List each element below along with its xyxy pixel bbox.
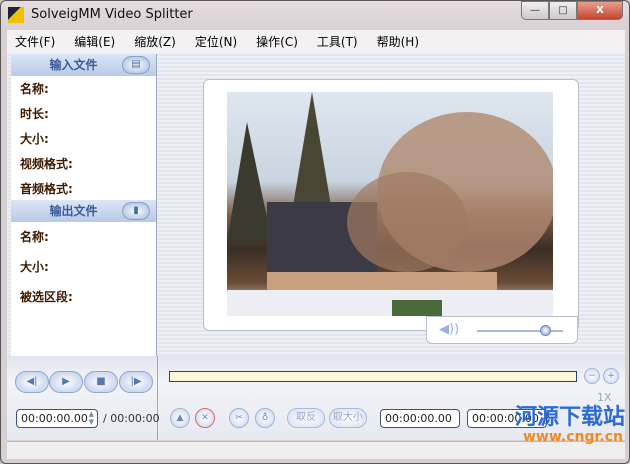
input-video-format-label: 视频格式: — [20, 157, 73, 171]
position-value: 00:00:00.00 — [21, 412, 88, 425]
cut-icon[interactable]: ✂ — [229, 408, 249, 428]
volume-knob[interactable] — [539, 325, 551, 336]
menu-file[interactable]: 文件(F) — [15, 33, 55, 50]
selected-segments-label: 被选区段: — [20, 290, 73, 304]
client-area: 输入文件 ▤ 名称: 时长: 大小: 视频格式: 音频格式: 输出文件 ▮ 名称: … — [7, 52, 625, 440]
save-file-icon[interactable]: ▮ — [122, 202, 150, 220]
play-button[interactable]: ▶ — [49, 371, 83, 393]
spin-icon[interactable]: ▲ ▼ — [89, 410, 94, 426]
input-duration-label: 时长: — [20, 107, 49, 121]
output-size-label: 大小: — [20, 260, 49, 274]
video-preview — [203, 79, 579, 331]
duration-label: / 00:00:00 — [103, 412, 160, 425]
open-folder-icon[interactable]: ▤ — [122, 56, 150, 74]
menu-help[interactable]: 帮助(H) — [377, 33, 419, 50]
next-frame-button[interactable]: |▶ — [119, 371, 153, 393]
output-name-label: 名称: — [20, 230, 49, 244]
watermark-url: www.cngr.cn — [522, 429, 623, 445]
menu-tools[interactable]: 工具(T) — [317, 33, 358, 50]
marker-icon[interactable]: ♁ — [255, 408, 275, 428]
zoom-in-button[interactable]: + — [603, 368, 619, 384]
output-file-header: 输出文件 ▮ — [11, 200, 156, 222]
menu-navigate[interactable]: 定位(N) — [195, 33, 237, 50]
watermark-logo: 河源下载站 — [514, 405, 625, 430]
zoom-out-button[interactable]: − — [584, 368, 600, 384]
menu-edit[interactable]: 编辑(E) — [74, 33, 115, 50]
maximize-button[interactable]: □ — [549, 1, 577, 20]
menu-action[interactable]: 操作(C) — [256, 33, 298, 50]
input-size-label: 大小: — [20, 132, 49, 146]
window-title: SolveigMM Video Splitter — [31, 7, 193, 22]
input-name-label: 名称: — [20, 82, 49, 96]
input-file-header: 输入文件 ▤ — [11, 54, 156, 76]
app-window: SolveigMM Video Splitter — □ X 文件(F) 编辑(… — [0, 0, 630, 464]
menu-zoom[interactable]: 缩放(Z) — [134, 33, 176, 50]
prev-frame-button[interactable]: ◀| — [15, 371, 49, 393]
set-start-marker-button[interactable]: ▲ — [170, 408, 190, 428]
invert-button[interactable]: 取反 — [287, 408, 325, 428]
input-file-title: 输入文件 — [49, 58, 98, 72]
speaker-icon[interactable]: ◀)) — [439, 322, 459, 337]
menu-bar: 文件(F) 编辑(E) 缩放(Z) 定位(N) 操作(C) 工具(T) 帮助(H… — [7, 30, 625, 52]
minimize-button[interactable]: — — [521, 1, 549, 20]
app-icon — [8, 7, 24, 23]
output-file-title: 输出文件 — [49, 204, 98, 218]
size-button[interactable]: 取大小 — [329, 408, 367, 428]
video-frame — [227, 92, 553, 316]
file-info-panel: 输入文件 ▤ 名称: 时长: 大小: 视频格式: 音频格式: 输出文件 ▮ 名称: … — [11, 54, 157, 356]
close-button[interactable]: X — [577, 1, 623, 20]
timeline-bar[interactable] — [169, 371, 577, 382]
delete-marker-button[interactable]: ✕ — [195, 408, 215, 428]
stop-button[interactable]: ■ — [84, 371, 118, 393]
volume-panel: ◀)) — [426, 316, 578, 344]
position-input[interactable]: 00:00:00.00 ▲ ▼ — [16, 409, 98, 428]
input-audio-format-label: 音频格式: — [20, 182, 73, 196]
start-time-input[interactable]: 00:00:00.00 — [380, 409, 460, 428]
volume-slider[interactable] — [477, 325, 563, 336]
